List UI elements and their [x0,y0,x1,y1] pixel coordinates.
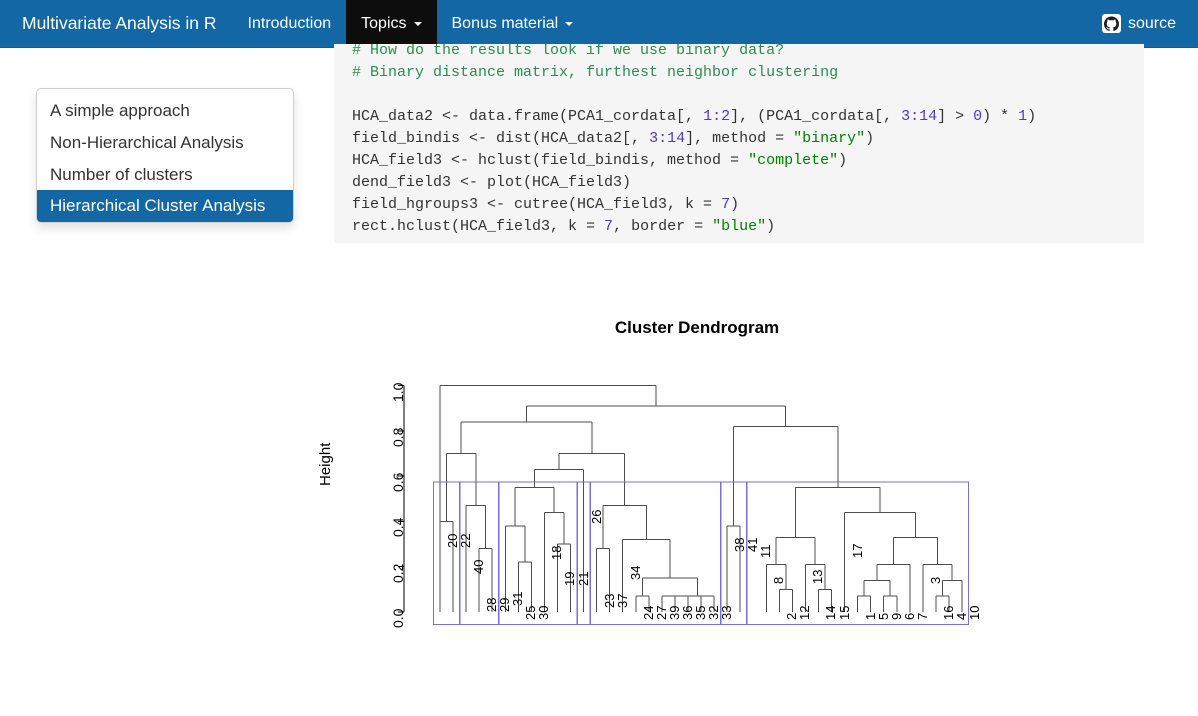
nav-item-topics-label: Topics [361,14,407,32]
page-root: Multivariate Analysis in R Introduction … [0,0,1198,716]
y-axis-tick-label: 0.8 [390,427,406,447]
github-icon [1101,14,1121,33]
code-line: dend_field3 <- plot(HCA_field3) [352,174,632,191]
leaf-label: 15 [836,605,852,620]
leaf-label: 8 [771,576,787,584]
topics-dropdown-panel: A simple approach Non-Hierarchical Analy… [36,88,294,224]
leaf-label: 22 [458,533,474,548]
leaf-label: 31 [510,591,526,606]
leaf-label: 33 [719,605,735,620]
y-axis-tick-label: 0.4 [390,517,406,538]
leaf-label: 18 [549,545,565,560]
leaf-label: 10 [967,605,982,620]
leaf-label: 34 [627,565,643,580]
leaf-label: 21 [575,571,591,586]
nav-item-bonus-material[interactable]: Bonus material [437,0,589,47]
leaf-label: 26 [588,509,604,524]
y-axis-tick-label: 0.2 [390,563,406,583]
cluster-dendrogram-plot: Cluster Dendrogram Height 0.0 0.2 0.4 0.6 0.… [317,262,1064,702]
leaf-label: 7 [914,612,930,620]
y-axis-tick-label: 0.0 [390,608,406,628]
leaf-label: 11 [758,544,774,559]
sidebar-item-hierarchical-cluster-analysis[interactable]: Hierarchical Cluster Analysis [37,190,293,223]
navbar-brand[interactable]: Multivariate Analysis in R [0,0,233,47]
nav-item-topics[interactable]: Topics [346,0,437,47]
nav-item-introduction-label: Introduction [247,14,332,32]
plot-title: Cluster Dendrogram [614,318,780,337]
sidebar-item-a-simple-approach[interactable]: A simple approach [37,95,293,127]
code-content: # How do the results look if we use bina… [334,44,1144,238]
code-line: field_hgroups3 <- cutree(HCA_field3, k =… [352,196,740,213]
nav-item-introduction[interactable]: Introduction [233,0,347,47]
source-label: source [1127,14,1176,32]
leaf-label: 13 [810,569,826,584]
y-axis-tick-label: 0.6 [390,472,406,493]
code-line: # How do the results look if we use bina… [352,44,785,59]
top-navbar: Multivariate Analysis in R Introduction … [0,0,1198,48]
chevron-down-icon [413,21,422,26]
code-block[interactable]: # How do the results look if we use bina… [334,44,1144,243]
nav-item-bonus-material-label: Bonus material [451,14,559,32]
y-axis-title: Height [317,442,334,486]
code-line: rect.hclust(HCA_field3, k = 7, border = … [352,218,776,235]
sidebar-item-number-of-clusters[interactable]: Number of clusters [37,159,293,191]
code-line: # Binary distance matrix, furthest neigh… [352,64,839,81]
leaf-label: 12 [797,605,813,620]
leaf-label: 17 [849,543,865,558]
code-line: field_bindis <- dist(HCA_data2[, 3:14], … [352,130,875,147]
y-axis-tick-label: 1.0 [390,382,406,402]
leaf-label: 3 [927,576,943,584]
sidebar-item-non-hierarchical-analysis[interactable]: Non-Hierarchical Analysis [37,127,293,159]
leaf-label: 37 [614,593,630,608]
leaf-label: 30 [536,605,552,620]
code-line: HCA_field3 <- hclust(field_bindis, metho… [352,152,848,169]
source-link[interactable]: source [1101,0,1198,47]
leaf-label: 40 [471,559,487,574]
code-line: HCA_data2 <- data.frame(PCA1_cordata[, 1… [352,108,1037,125]
chevron-down-icon [565,21,574,26]
